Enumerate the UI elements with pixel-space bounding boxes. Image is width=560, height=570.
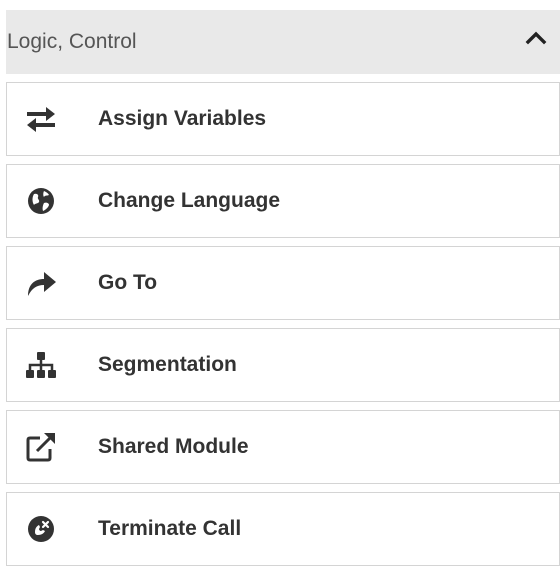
globe-icon <box>25 185 57 217</box>
item-shared-module[interactable]: Shared Module <box>6 410 560 484</box>
control-item-list: Assign Variables Change Language Go To S… <box>6 82 560 566</box>
item-go-to[interactable]: Go To <box>6 246 560 320</box>
panel-header[interactable]: Logic, Control <box>6 10 560 74</box>
item-change-language[interactable]: Change Language <box>6 164 560 238</box>
external-link-icon <box>25 431 57 463</box>
chevron-up-icon[interactable] <box>524 27 548 51</box>
panel-title: Logic, Control <box>7 30 137 53</box>
logic-control-panel: Logic, Control Assign Variables Change L… <box>6 10 560 570</box>
hangup-call-icon <box>25 513 57 545</box>
item-segmentation[interactable]: Segmentation <box>6 328 560 402</box>
item-label: Segmentation <box>98 353 237 376</box>
item-label: Assign Variables <box>98 107 267 130</box>
swap-arrows-icon <box>25 103 57 135</box>
item-label: Change Language <box>98 189 281 212</box>
item-assign-variables[interactable]: Assign Variables <box>6 82 560 156</box>
item-label: Shared Module <box>98 435 249 458</box>
item-terminate-call[interactable]: Terminate Call <box>6 492 560 566</box>
item-label: Go To <box>98 271 158 294</box>
share-arrow-icon <box>25 267 57 299</box>
sitemap-icon <box>25 349 57 381</box>
item-label: Terminate Call <box>98 517 242 540</box>
